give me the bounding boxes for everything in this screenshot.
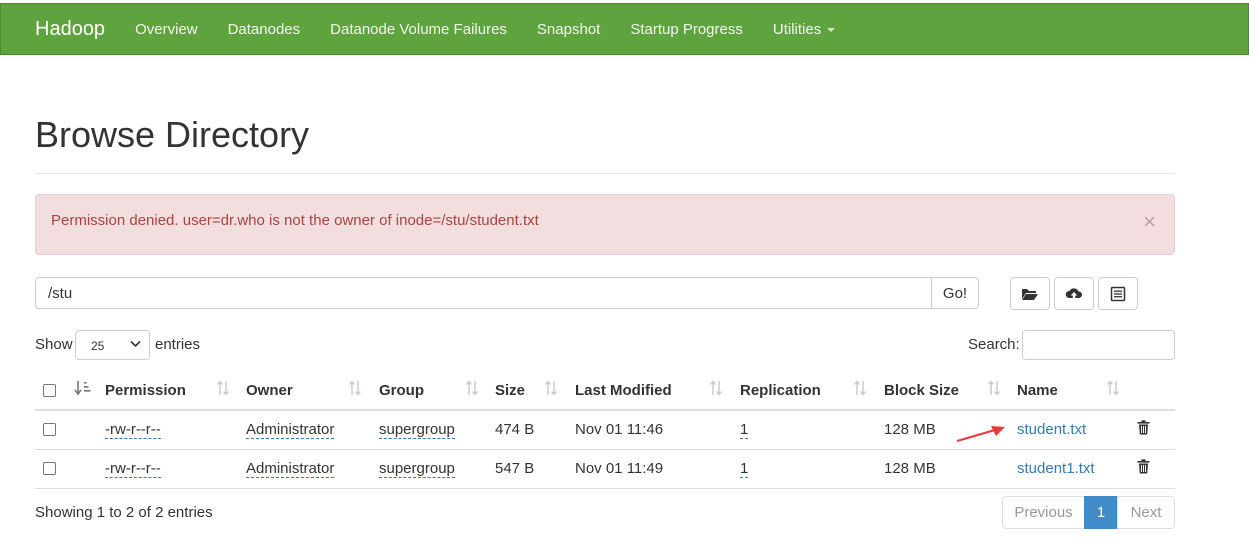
row-checkbox[interactable]: [43, 423, 56, 436]
next-page-button[interactable]: Next: [1117, 496, 1175, 529]
create-directory-button[interactable]: [1010, 277, 1050, 310]
sort-both-icon[interactable]: [348, 380, 362, 396]
column-header-name[interactable]: Name: [1017, 382, 1058, 399]
nav-utilities-label: Utilities: [772, 20, 822, 38]
sort-both-icon[interactable]: [216, 380, 230, 396]
trash-icon[interactable]: [1137, 420, 1150, 435]
previous-page-button[interactable]: Previous: [1002, 496, 1085, 529]
group-cell[interactable]: supergroup: [379, 460, 455, 478]
sort-asc-icon[interactable]: [74, 380, 92, 396]
nav-utilities-dropdown[interactable]: Utilities: [772, 20, 836, 38]
nav-overview[interactable]: Overview: [135, 21, 198, 38]
column-header-replication[interactable]: Replication: [740, 382, 821, 399]
sort-both-icon[interactable]: [544, 380, 558, 396]
previous-label: Previous: [1014, 504, 1073, 521]
brand-logo[interactable]: Hadoop: [35, 18, 105, 41]
show-label: Show: [35, 336, 73, 353]
column-header-group[interactable]: Group: [379, 382, 424, 399]
block-size-cell: 128 MB: [884, 460, 936, 477]
title-divider: [35, 173, 1175, 174]
row-divider: [35, 488, 1175, 489]
file-name-link[interactable]: student1.txt: [1017, 460, 1095, 477]
next-label: Next: [1130, 504, 1162, 521]
trash-icon[interactable]: [1137, 459, 1150, 474]
sort-both-icon[interactable]: [709, 380, 723, 396]
page-size-value: 25: [91, 339, 105, 353]
directory-path-input[interactable]: [35, 277, 932, 309]
page-title: Browse Directory: [35, 114, 310, 155]
owner-cell[interactable]: Administrator: [246, 460, 335, 478]
column-header-permission[interactable]: Permission: [105, 382, 186, 399]
permission-cell[interactable]: -rw-r--r--: [105, 421, 161, 439]
upload-files-button[interactable]: [1054, 277, 1094, 310]
column-header-size[interactable]: Size: [495, 382, 525, 399]
group-cell[interactable]: supergroup: [379, 421, 455, 439]
folder-open-icon: [1022, 288, 1038, 300]
sort-both-icon[interactable]: [1106, 380, 1120, 396]
select-all-checkbox[interactable]: [43, 384, 56, 397]
column-header-owner[interactable]: Owner: [246, 382, 293, 399]
go-button[interactable]: Go!: [931, 277, 979, 309]
row-divider: [35, 449, 1175, 450]
replication-cell[interactable]: 1: [740, 421, 749, 439]
entries-label: entries: [155, 336, 201, 353]
chevron-down-icon: [130, 340, 141, 348]
size-cell: 547 B: [495, 460, 535, 477]
column-header-block-size[interactable]: Block Size: [884, 382, 959, 399]
size-cell: 474 B: [495, 421, 535, 438]
block-size-cell: 128 MB: [884, 421, 936, 438]
error-alert: Permission denied. user=dr.who is not th…: [35, 194, 1175, 255]
page-size-select[interactable]: 25: [75, 330, 150, 360]
file-name-link[interactable]: student.txt: [1017, 421, 1086, 438]
sort-both-icon[interactable]: [465, 380, 479, 396]
top-navbar: Hadoop Overview Datanodes Datanode Volum…: [0, 3, 1249, 55]
nav-startup-progress[interactable]: Startup Progress: [630, 21, 743, 38]
last-modified-cell: Nov 01 11:49: [575, 460, 664, 477]
alert-message: Permission denied. user=dr.who is not th…: [51, 212, 539, 229]
nav-snapshot[interactable]: Snapshot: [537, 21, 600, 38]
caret-down-icon: [827, 27, 836, 32]
row-checkbox[interactable]: [43, 462, 56, 475]
page-1-button[interactable]: 1: [1084, 496, 1118, 529]
sort-both-icon[interactable]: [987, 380, 1001, 396]
permission-cell[interactable]: -rw-r--r--: [105, 460, 161, 478]
nav-datanode-volume-failures[interactable]: Datanode Volume Failures: [330, 21, 507, 38]
replication-cell[interactable]: 1: [740, 460, 749, 478]
page-number-label: 1: [1096, 504, 1106, 521]
table-search-input[interactable]: [1022, 330, 1175, 360]
column-header-last-modified[interactable]: Last Modified: [575, 382, 672, 399]
nav-datanodes[interactable]: Datanodes: [228, 21, 301, 38]
sort-both-icon[interactable]: [853, 380, 867, 396]
search-label: Search:: [968, 336, 1020, 353]
annotation-arrow-icon: [956, 426, 1005, 443]
table-info: Showing 1 to 2 of 2 entries: [35, 504, 213, 521]
cloud-upload-icon: [1065, 287, 1083, 300]
table-header-divider: [35, 409, 1175, 411]
close-icon[interactable]: ×: [1143, 211, 1156, 233]
cut-paste-button[interactable]: [1098, 277, 1138, 310]
owner-cell[interactable]: Administrator: [246, 421, 335, 439]
last-modified-cell: Nov 01 11:46: [575, 421, 664, 438]
list-alt-icon: [1110, 286, 1126, 301]
